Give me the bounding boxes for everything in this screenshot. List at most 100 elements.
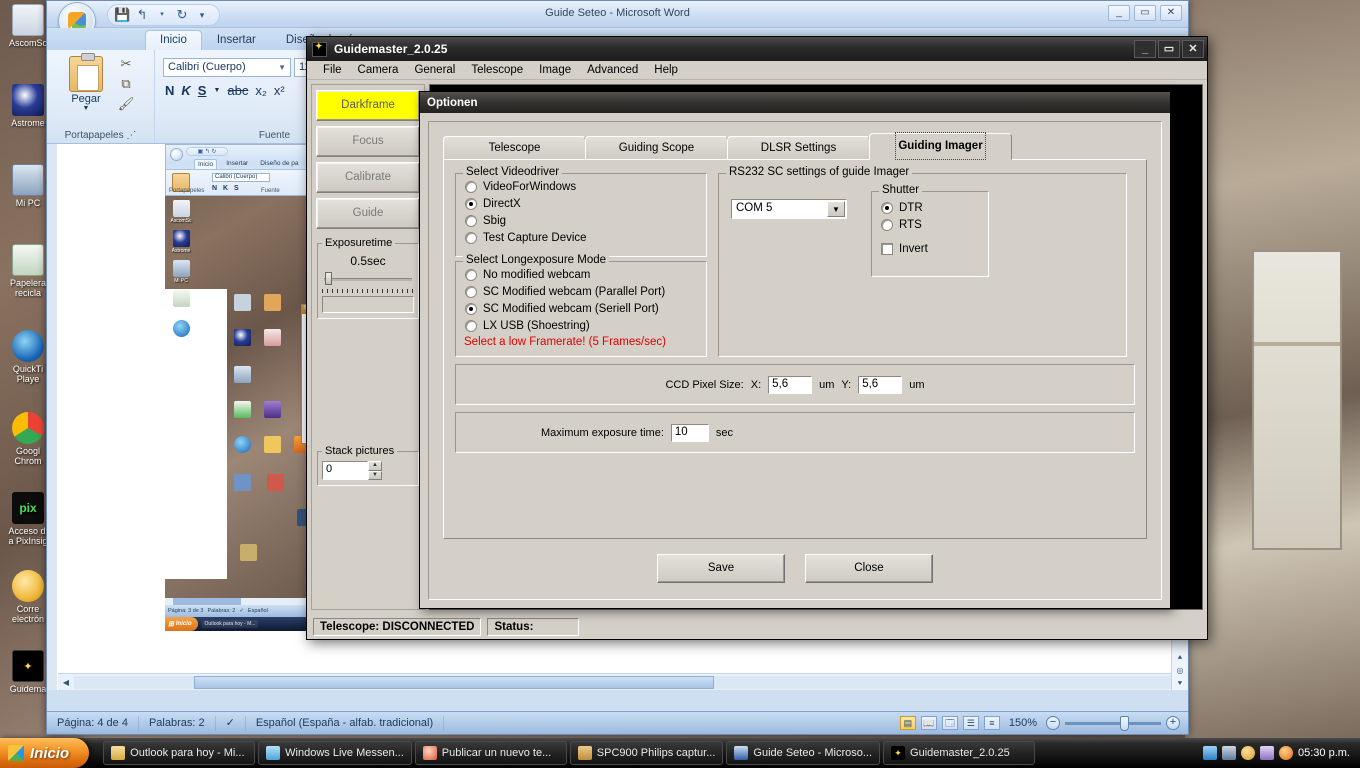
com-port-select[interactable]: COM 5 ▼ — [731, 199, 847, 219]
radio-videoforwindows[interactable]: VideoForWindows — [465, 179, 706, 195]
dialog-launcher-icon[interactable]: ⋰ — [126, 130, 136, 141]
stepper-down-icon[interactable]: ▼ — [368, 470, 382, 480]
update-icon[interactable] — [1279, 746, 1294, 760]
radio-lx-usb-shoestring[interactable]: LX USB (Shoestring) — [465, 318, 706, 334]
zoom-level-label[interactable]: 150% — [1005, 717, 1041, 729]
tab-dlsr-settings[interactable]: DLSR Settings — [727, 136, 870, 160]
customize-qat-icon[interactable]: ▾ — [194, 7, 210, 23]
ccd-y-input[interactable]: 5,6 — [858, 375, 903, 394]
taskbar-item-guidemaster[interactable]: ✦ Guidemaster_2.0.25 — [883, 741, 1036, 765]
view-web-layout-button[interactable]: 🗔 — [941, 716, 958, 730]
save-icon[interactable]: 💾 — [114, 7, 130, 23]
taskbar-item-word[interactable]: Guide Seteo - Microso... — [726, 741, 881, 765]
radio-no-modified-webcam[interactable]: No modified webcam — [465, 267, 706, 283]
network-icon[interactable] — [1203, 746, 1218, 760]
tab-guiding-imager[interactable]: Guiding Imager — [869, 132, 1012, 160]
focus-button[interactable]: Focus — [316, 126, 420, 157]
hscroll-thumb[interactable] — [194, 675, 714, 689]
tab-guiding-scope[interactable]: Guiding Scope — [585, 136, 728, 160]
max-exposure-input[interactable]: 10 — [670, 423, 709, 442]
copy-icon[interactable]: ⧉ — [111, 76, 141, 92]
radio-sc-modified-seriell[interactable]: SC Modified webcam (Seriell Port) — [465, 301, 706, 317]
font-name-combo[interactable]: Calibri (Cuerpo) ▼ — [163, 58, 291, 77]
view-print-layout-button[interactable]: ▤ — [899, 716, 916, 730]
status-word-count[interactable]: Palabras: 2 — [139, 715, 216, 731]
maximize-button[interactable]: ▭ — [1158, 40, 1180, 58]
bold-button[interactable]: N — [165, 83, 174, 98]
tab-inicio[interactable]: Inicio — [145, 30, 202, 50]
menu-image[interactable]: Image — [532, 63, 578, 77]
taskbar-item-outlook[interactable]: Outlook para hoy - Mi... — [103, 741, 256, 765]
taskbar-item-spc900[interactable]: SPC900 Philips captur... — [569, 741, 724, 765]
close-button[interactable]: ✕ — [1182, 40, 1204, 58]
darkframe-button[interactable]: Darkframe — [316, 90, 420, 121]
tab-telescope[interactable]: Telescope — [443, 136, 586, 160]
chevron-down-icon[interactable]: ▼ — [827, 201, 845, 217]
guidemaster-window[interactable]: Guidemaster_2.0.25 _ ▭ ✕ File Camera Gen… — [306, 36, 1208, 640]
radio-directx[interactable]: DirectX — [465, 196, 706, 212]
undo-icon[interactable]: ↰ — [134, 7, 150, 23]
status-page-number[interactable]: Página: 4 de 4 — [47, 715, 139, 731]
menu-general[interactable]: General — [407, 63, 462, 77]
clock[interactable]: 05:30 p.m. — [1298, 747, 1350, 759]
tab-insertar[interactable]: Insertar — [202, 30, 271, 50]
close-button[interactable]: ✕ — [1160, 5, 1182, 21]
zoom-in-button[interactable]: + — [1166, 716, 1180, 730]
subscript-button[interactable]: x₂ — [255, 83, 267, 98]
shield-icon[interactable] — [1241, 746, 1256, 760]
taskbar-item-publicar[interactable]: Publicar un nuevo te... — [414, 741, 567, 765]
document-horizontal-scrollbar[interactable]: ◀ ▶ — [58, 673, 1188, 690]
ccd-x-input[interactable]: 5,6 — [768, 375, 813, 394]
radio-sc-modified-parallel[interactable]: SC Modified webcam (Parallel Port) — [465, 284, 706, 300]
hscroll-track[interactable] — [74, 675, 1172, 689]
radio-sbig[interactable]: Sbig — [465, 213, 706, 229]
menu-help[interactable]: Help — [647, 63, 685, 77]
close-button[interactable]: Close — [805, 554, 933, 583]
zoom-out-button[interactable]: − — [1046, 716, 1060, 730]
optionen-dialog[interactable]: Optionen Telescope Guiding Scope DLSR Se… — [419, 91, 1171, 609]
select-browse-object-icon[interactable]: ◎ — [1177, 664, 1184, 677]
calibrate-button[interactable]: Calibrate — [316, 162, 420, 193]
zoom-slider[interactable] — [1065, 715, 1161, 731]
previous-page-icon[interactable]: ⯅ — [1177, 651, 1184, 664]
radio-test-capture-device[interactable]: Test Capture Device — [465, 230, 706, 246]
redo-icon[interactable]: ↻ — [174, 7, 190, 23]
stack-pictures-stepper[interactable]: ▲ ▼ — [368, 461, 382, 480]
format-painter-icon[interactable]: 🖌 — [111, 96, 141, 112]
stepper-up-icon[interactable]: ▲ — [368, 461, 382, 471]
status-language[interactable]: Español (España - alfab. tradicional) — [246, 715, 445, 731]
cut-icon[interactable]: ✂ — [111, 56, 141, 72]
minimize-button[interactable]: _ — [1134, 40, 1156, 58]
chevron-down-icon[interactable]: ▼ — [213, 87, 220, 94]
italic-button[interactable]: K — [181, 83, 190, 98]
menu-telescope[interactable]: Telescope — [464, 63, 530, 77]
browse-object-controls[interactable]: ⯅ ◎ ⯆ — [1177, 651, 1184, 690]
menu-camera[interactable]: Camera — [351, 63, 406, 77]
radio-dtr[interactable]: DTR — [881, 200, 988, 216]
underline-button[interactable]: S — [198, 83, 207, 98]
scroll-left-icon[interactable]: ◀ — [58, 678, 74, 687]
save-button[interactable]: Save — [657, 554, 785, 583]
radio-rts[interactable]: RTS — [881, 217, 988, 233]
chevron-down-icon[interactable]: ▾ — [154, 7, 170, 23]
taskbar-item-messenger[interactable]: Windows Live Messen... — [258, 741, 412, 765]
slider-thumb[interactable] — [325, 272, 332, 285]
proofing-status-icon[interactable]: ✓ — [216, 715, 246, 731]
exposuretime-slider[interactable] — [322, 272, 414, 286]
chevron-down-icon[interactable]: ▼ — [55, 105, 117, 112]
view-full-screen-button[interactable]: 📖 — [920, 716, 937, 730]
view-draft-button[interactable]: ≡ — [983, 716, 1000, 730]
stack-pictures-input[interactable]: 0 — [322, 461, 368, 480]
volume-icon[interactable] — [1222, 746, 1237, 760]
view-outline-button[interactable]: ☰ — [962, 716, 979, 730]
zoom-slider-thumb[interactable] — [1120, 715, 1129, 731]
key-icon[interactable] — [1260, 746, 1275, 760]
menu-advanced[interactable]: Advanced — [580, 63, 645, 77]
paste-button[interactable]: Pegar ▼ — [55, 53, 117, 112]
checkbox-invert[interactable]: Invert — [881, 241, 988, 257]
guide-button[interactable]: Guide — [316, 198, 420, 229]
menu-file[interactable]: File — [316, 63, 349, 77]
next-page-icon[interactable]: ⯆ — [1177, 677, 1184, 690]
minimize-button[interactable]: _ — [1108, 5, 1130, 21]
maximize-button[interactable]: ▭ — [1134, 5, 1156, 21]
